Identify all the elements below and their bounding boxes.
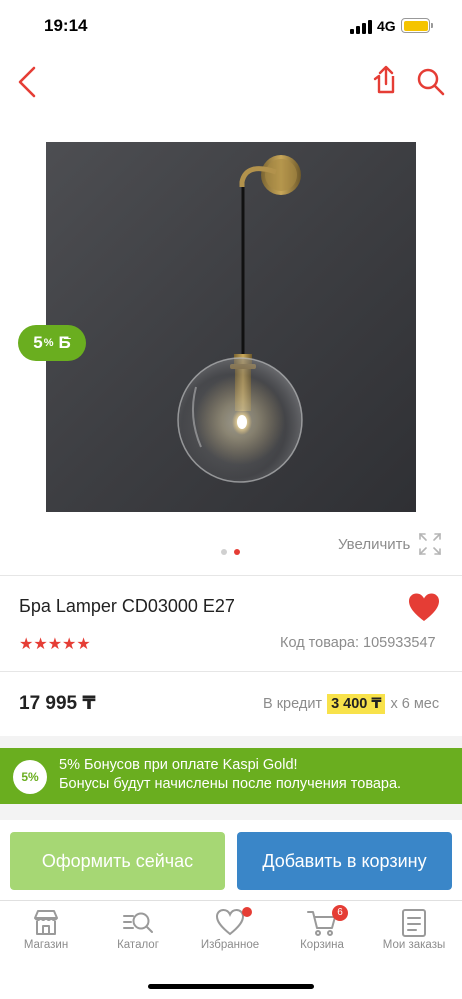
credit-info[interactable]: В кредит 3 400 ₸ x 6 мес: [263, 694, 439, 714]
search-button[interactable]: [414, 64, 448, 100]
cart-count-badge: 6: [332, 905, 348, 921]
tab-favorites[interactable]: Избранное: [184, 905, 276, 961]
favorite-button[interactable]: [407, 592, 441, 624]
status-bar: 19:14 4G: [0, 0, 462, 52]
pagination-dot-active[interactable]: [234, 549, 240, 555]
divider: [0, 671, 462, 672]
status-time: 19:14: [44, 16, 88, 35]
network-type: 4G: [377, 18, 396, 34]
share-icon: [373, 65, 395, 94]
expand-icon: [419, 533, 442, 555]
bonus-percent: 5: [33, 333, 43, 352]
shop-icon: [34, 910, 58, 935]
zoom-label: Увеличить: [338, 535, 411, 553]
credit-amount: 3 400 ₸: [327, 694, 386, 714]
promo-text-line2: Бонусы будут начислены после получения т…: [59, 776, 402, 792]
battery-icon: [401, 18, 430, 33]
bonus-badge: 5% Б: [18, 325, 86, 361]
tab-shop[interactable]: Магазин: [0, 905, 92, 961]
search-icon: [417, 68, 445, 96]
pagination-dot[interactable]: [221, 549, 227, 555]
rating-stars: ★★★★★: [19, 636, 91, 653]
bonus-currency: Б: [58, 333, 71, 352]
orders-icon: [402, 909, 426, 937]
lamp-photo: [46, 142, 416, 512]
heart-icon: [409, 593, 439, 621]
tab-catalog[interactable]: Каталог: [92, 905, 184, 961]
kaspi-gold-promo[interactable]: 5% 5% Бонусов при оплате Kaspi Gold! Бон…: [0, 748, 462, 804]
tab-orders[interactable]: Мои заказы: [368, 905, 460, 961]
product-image[interactable]: [46, 142, 416, 512]
section-gap: [0, 736, 462, 748]
promo-badge: 5%: [13, 760, 47, 794]
share-button[interactable]: [368, 62, 402, 100]
home-indicator[interactable]: [148, 984, 314, 989]
product-sku: Код товара: 105933547: [280, 635, 436, 651]
bonus-percent-sign: %: [43, 337, 54, 349]
catalog-icon: [123, 912, 153, 933]
chevron-left-icon: [18, 66, 36, 98]
tab-label: Каталог: [117, 939, 159, 951]
tab-label: Магазин: [23, 939, 69, 951]
divider: [0, 575, 462, 576]
tab-label: Мои заказы: [382, 939, 446, 951]
promo-text-line1: 5% Бонусов при оплате Kaspi Gold!: [59, 757, 298, 773]
add-to-cart-button[interactable]: Добавить в корзину: [237, 832, 452, 890]
tab-label: Избранное: [200, 939, 260, 951]
tab-cart[interactable]: 6 Корзина: [276, 905, 368, 961]
divider: [0, 900, 462, 901]
zoom-button[interactable]: Увеличить: [338, 533, 442, 555]
credit-term: x 6 мес: [390, 696, 440, 712]
buy-now-button[interactable]: Оформить сейчас: [10, 832, 225, 890]
back-button[interactable]: [10, 62, 46, 102]
section-gap: [0, 804, 462, 820]
product-title: Бра Lamper CD03000 E27: [19, 596, 235, 616]
signal-strength-icon: [350, 20, 372, 34]
credit-label: В кредит: [263, 696, 323, 712]
tab-label: Корзина: [300, 939, 344, 951]
product-price: 17 995 ₸: [19, 693, 96, 714]
battery-tip: [431, 23, 433, 28]
notification-dot: [242, 907, 252, 917]
